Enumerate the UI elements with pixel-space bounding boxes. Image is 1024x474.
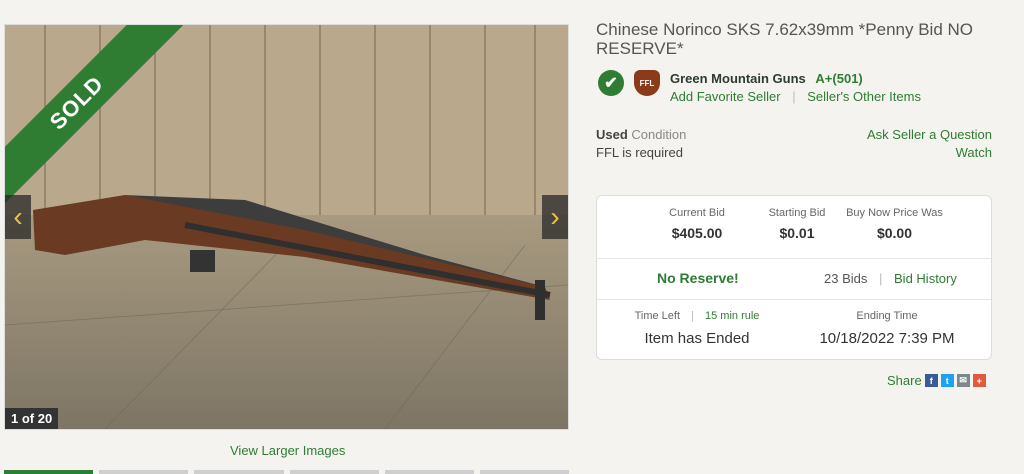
time-left-value: Item has Ended [644,330,750,347]
divider: | [792,89,796,104]
image-counter: 1 of 20 [5,408,59,429]
add-favorite-seller-link[interactable]: Add Favorite Seller [670,89,781,104]
divider: | [691,310,694,322]
thumbnail[interactable] [194,470,284,474]
twitter-icon[interactable]: t [940,374,954,387]
verified-check-icon: ✔ [598,70,624,96]
sold-ribbon: SOLD [5,25,205,225]
facebook-icon[interactable]: f [924,374,938,387]
thumbnail[interactable] [4,470,94,474]
prev-image-button[interactable]: ‹ [5,195,31,239]
thumbnail[interactable] [289,470,379,474]
bid-count: 23 Bids [824,271,868,286]
next-image-button[interactable]: › [542,195,568,239]
chevron-right-icon: › [550,201,560,232]
thumbnail[interactable] [99,470,189,474]
reserve-row: No Reserve! 23 Bids | Bid History [597,258,991,300]
bid-summary-box: Current Bid $405.00 Starting Bid $0.01 B… [596,195,992,360]
starting-bid-value: $0.01 [779,225,815,241]
seller-info: Green Mountain Guns A+(501) Add Favorite… [670,70,921,106]
seller-rating[interactable]: A+(501) [815,71,862,86]
ask-seller-link[interactable]: Ask Seller a Question [867,126,992,144]
condition-info: Used Condition FFL is required [596,126,686,162]
email-icon[interactable]: ✉ [956,374,970,387]
buy-now-value: $0.00 [876,225,913,241]
current-bid-value: $405.00 [671,225,723,241]
seller-other-items-link[interactable]: Seller's Other Items [807,89,921,104]
seller-name[interactable]: Green Mountain Guns [670,71,806,86]
no-reserve-text: No Reserve! [657,270,739,286]
ffl-required-note: FFL is required [596,145,683,160]
view-larger-images-link[interactable]: View Larger Images [230,443,345,458]
seller-badges: ✔ FFL [598,70,660,96]
share-bar: Share f t ✉ + [887,373,986,388]
listing-title: Chinese Norinco SKS 7.62x39mm *Penny Bid… [596,20,974,58]
watch-link[interactable]: Watch [867,144,992,162]
seller-actions: Ask Seller a Question Watch [867,126,992,162]
current-bid-label: Current Bid [669,207,725,219]
bid-values-row: Current Bid $405.00 Starting Bid $0.01 B… [597,196,991,259]
fifteen-min-rule-link[interactable]: 15 min rule [705,310,759,322]
ffl-shield-icon: FFL [634,70,660,96]
time-left-label: Time Left [634,310,681,322]
sold-label: SOLD [5,25,184,210]
thumbnail-strip [4,470,570,474]
ending-time-label: Ending Time [856,310,918,322]
buy-now-label: Buy Now Price Was [846,207,943,219]
thumbnail[interactable] [479,470,570,474]
chevron-left-icon: ‹ [13,201,23,232]
ending-time-value: 10/18/2022 7:39 PM [819,330,955,347]
condition-value: Used [596,127,628,142]
starting-bid-label: Starting Bid [768,207,826,219]
plus-icon[interactable]: + [972,374,986,387]
share-label: Share [887,373,922,388]
divider: | [879,271,883,286]
condition-label: Condition [631,127,687,142]
image-gallery: SOLD ‹ › 1 of 20 [4,24,569,430]
thumbnail[interactable] [384,470,474,474]
time-row: Time Left | 15 min rule Item has Ended E… [597,299,991,359]
bid-history-link[interactable]: Bid History [894,271,957,286]
